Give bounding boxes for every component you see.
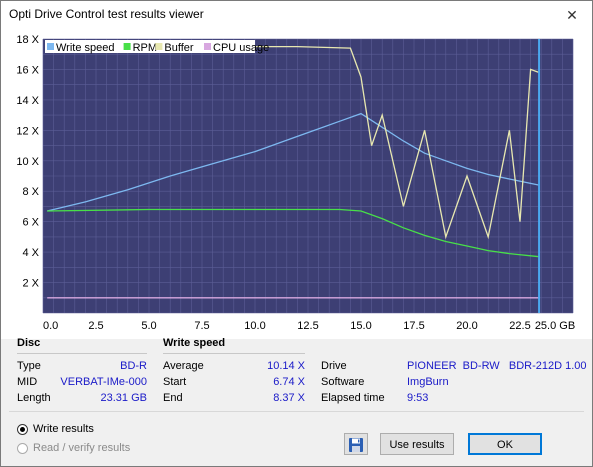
type-value: BD-R	[120, 360, 147, 372]
legend-swatch	[155, 43, 163, 50]
x-tick-label: 15.0	[350, 320, 371, 332]
drive-label: Drive	[321, 360, 347, 372]
bottom-divider	[9, 411, 584, 412]
elapsed-time-label: Elapsed time	[321, 392, 385, 404]
x-tick-label: 22.5	[509, 320, 530, 332]
average-label: Average	[163, 360, 204, 372]
software-value: ImgBurn	[407, 376, 449, 388]
main-window: Opti Drive Control test results viewer ✕…	[0, 0, 593, 467]
read-verify-label: Read / verify results	[33, 442, 131, 454]
y-tick-label: 14 X	[16, 95, 39, 107]
legend-label: Write speed	[56, 42, 115, 54]
use-results-button[interactable]: Use results	[380, 433, 454, 455]
x-tick-label: 10.0	[244, 320, 265, 332]
title-bar: Opti Drive Control test results viewer ✕	[1, 1, 592, 29]
drive-value: PIONEER BD-RW BDR-212D 1.00	[407, 360, 587, 372]
y-tick-label: 2 X	[22, 278, 39, 290]
x-tick-label: 20.0	[456, 320, 477, 332]
start-label: Start	[163, 376, 187, 388]
x-tick-label: 0.0	[43, 320, 58, 332]
save-button[interactable]	[344, 433, 368, 455]
legend-label: RPM	[133, 42, 157, 54]
x-tick-label: 7.5	[194, 320, 209, 332]
disc-divider	[17, 353, 147, 354]
x-tick-label: 17.5	[403, 320, 424, 332]
ok-button[interactable]: OK	[468, 433, 542, 455]
legend-label: Buffer	[164, 42, 193, 54]
end-value: 8.37 X	[273, 392, 305, 404]
chart-area: 2 X 4 X 6 X 8 X 10 X 12 X 14 X 16 X 18 X 0.0 2.5 5.…	[1, 29, 592, 339]
legend-swatch	[123, 43, 131, 50]
type-label: Type	[17, 360, 41, 372]
speed-chart: 2 X 4 X 6 X 8 X 10 X 12 X 14 X 16 X 18 X 0.0 2.5 5.…	[1, 29, 592, 339]
close-icon[interactable]: ✕	[552, 1, 592, 29]
software-label: Software	[321, 376, 365, 388]
write-results-option[interactable]: Write results	[17, 423, 94, 435]
legend-swatch	[47, 43, 54, 50]
save-icon	[349, 438, 363, 452]
write-speed-divider	[163, 353, 305, 354]
y-tick-label: 18 X	[16, 34, 39, 46]
disc-heading: Disc	[17, 337, 41, 349]
legend-label: CPU usage	[213, 42, 269, 54]
x-tick-label: 2.5	[88, 320, 103, 332]
y-tick-label: 12 X	[16, 125, 39, 137]
legend-swatch	[204, 43, 211, 50]
write-results-label: Write results	[33, 423, 94, 435]
write-speed-heading: Write speed	[163, 337, 226, 349]
y-tick-label: 4 X	[22, 247, 39, 259]
mid-label: MID	[17, 376, 38, 388]
x-tick-label: 5.0	[141, 320, 156, 332]
length-value: 23.31 GB	[100, 392, 147, 404]
read-verify-option[interactable]: Read / verify results	[17, 442, 130, 454]
write-results-radio[interactable]	[17, 423, 28, 435]
x-tick-label: 12.5	[297, 320, 318, 332]
x-tick-label: 25.0 GB	[535, 320, 575, 332]
window-title: Opti Drive Control test results viewer	[9, 7, 204, 21]
y-tick-label: 16 X	[16, 64, 39, 76]
y-tick-label: 6 X	[22, 217, 39, 229]
elapsed-time-value: 9:53	[407, 392, 429, 404]
mid-value: VERBAT-IMe-000	[60, 376, 147, 388]
y-tick-label: 10 X	[16, 156, 39, 168]
start-value: 6.74 X	[273, 376, 305, 388]
end-label: End	[163, 392, 183, 404]
y-tick-label: 8 X	[22, 186, 39, 198]
length-label: Length	[17, 392, 51, 404]
read-verify-radio[interactable]	[17, 442, 28, 454]
average-value: 10.14 X	[267, 360, 305, 372]
